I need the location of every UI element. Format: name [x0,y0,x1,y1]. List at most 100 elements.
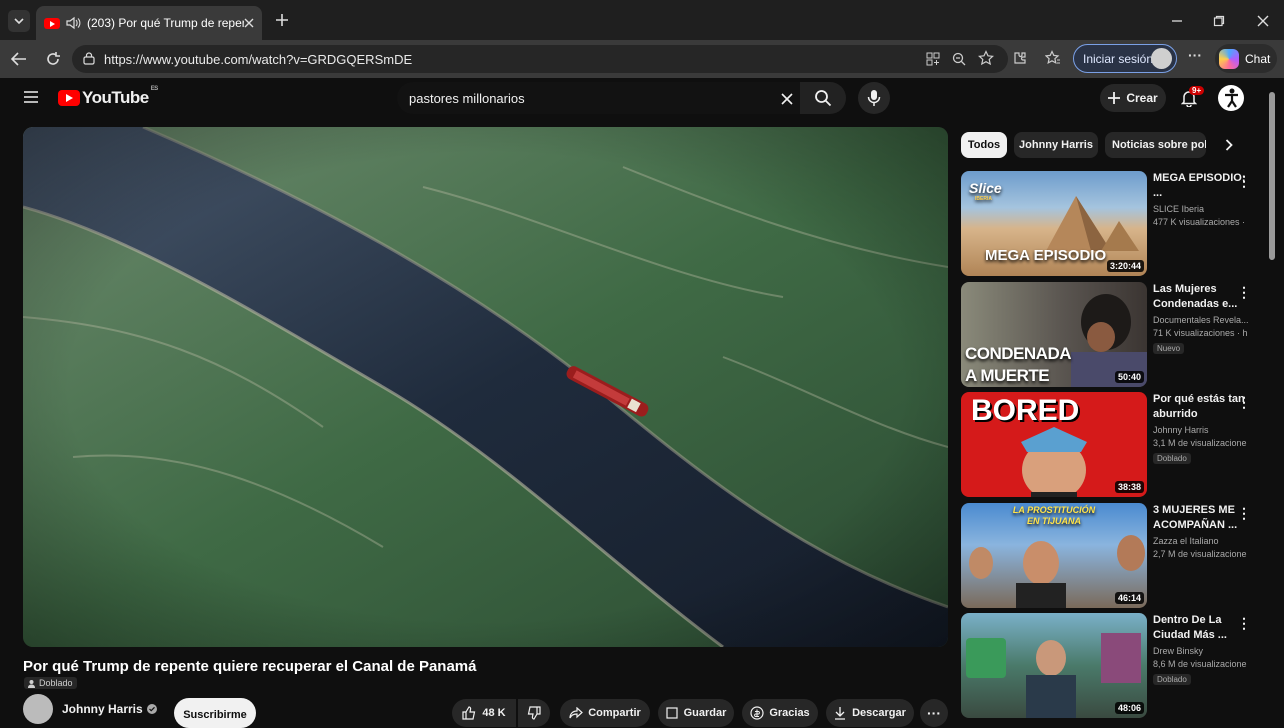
recommendation-views: 71 K visualizaciones · h [1153,328,1248,338]
recommendation-channel[interactable]: Drew Binsky [1153,646,1249,656]
playlist-add-icon [665,707,678,719]
video-player[interactable] [23,127,948,647]
profile-avatar-icon [1151,48,1172,69]
zoom-button[interactable] [950,50,968,68]
signin-button[interactable]: Iniciar sesión [1073,44,1177,73]
more-options-icon[interactable]: ⋮ [1237,394,1251,411]
notification-count-badge: 9+ [1189,86,1205,95]
thumbs-up-icon [462,706,476,720]
tab-title: (203) Por qué Trump de repente quiere re… [87,16,244,30]
recommendation-channel[interactable]: Documentales Revela... [1153,315,1249,325]
favorite-button[interactable] [977,49,995,67]
close-tab-icon[interactable] [244,18,254,28]
microphone-icon [867,90,881,106]
scrollbar-thumb[interactable] [1269,92,1275,260]
youtube-logo[interactable]: YouTube ES [58,86,158,108]
maximize-window-button[interactable] [1210,12,1228,30]
new-tab-button[interactable] [272,10,292,30]
restore-icon [1213,15,1225,27]
recommendation-item[interactable]: 48:06 Dentro De La Ciudad Más ... Drew B… [961,613,1256,720]
recommendation-views: 2,7 M de visualizacione [1153,549,1247,559]
app-available-button[interactable] [924,50,942,68]
hamburger-icon [24,91,38,103]
recommendation-item[interactable]: BORED 38:38 Por qué estás tan aburrido J… [961,392,1256,499]
recommendation-title[interactable]: 3 MUJERES ME ACOMPAÑAN ... [1153,503,1249,533]
voice-search-button[interactable] [858,82,890,114]
search-input[interactable]: pastores millonarios [397,82,800,114]
recommendation-views: 477 K visualizaciones · [1153,217,1246,227]
close-icon [1257,15,1269,27]
recommendation-item[interactable]: Slice IBERIA MEGA EPISODIO 3:20:44 MEGA … [961,171,1256,278]
tab-list-button[interactable] [8,10,30,32]
minimize-window-button[interactable] [1168,12,1186,30]
close-window-button[interactable] [1254,12,1272,30]
chip-noticias-politica[interactable]: Noticias sobre política [1105,132,1206,158]
copilot-icon [1219,48,1239,69]
recommendation-thumbnail[interactable]: BORED 38:38 [961,392,1147,497]
chevron-down-icon [14,18,24,25]
share-button[interactable]: Compartir [560,699,650,727]
speaker-icon[interactable] [66,16,81,30]
video-duration: 46:14 [1114,592,1144,604]
recommendation-channel[interactable]: SLICE Iberia [1153,204,1249,214]
download-button[interactable]: Descargar [826,699,914,727]
youtube-logo-text: YouTube [82,88,149,107]
more-options-icon[interactable]: ⋮ [1237,173,1251,190]
more-options-icon[interactable]: ⋮ [1237,615,1251,632]
chip-johnny-harris[interactable]: Johnny Harris [1014,132,1098,158]
more-options-icon[interactable]: ⋮ [1237,505,1251,522]
channel-name[interactable]: Johnny Harris [62,702,143,716]
more-options-icon[interactable]: ⋮ [1237,284,1251,301]
recommendation-views: 3,1 M de visualizacione [1153,438,1247,448]
plus-icon [1108,92,1121,104]
subscribe-button[interactable]: Suscribirme [174,698,256,728]
thumbnail-logo: Slice [969,180,1002,196]
browser-tab-active[interactable]: (203) Por qué Trump de repente quiere re… [36,6,262,40]
favorites-button[interactable] [1044,49,1062,67]
clear-search-button[interactable] [778,90,796,108]
chips-next-button[interactable] [1221,137,1237,153]
site-info-icon[interactable] [82,52,96,66]
search-query[interactable]: pastores millonarios [409,91,525,106]
arrow-left-icon [11,52,26,66]
close-icon [781,93,793,105]
recommendation-item[interactable]: LA PROSTITUCIÓN EN TIJUANA 46:14 3 MUJER… [961,503,1256,610]
recommendation-thumbnail[interactable]: CONDENADA A MUERTE 50:40 [961,282,1147,387]
account-avatar[interactable] [1218,85,1244,111]
extensions-button[interactable] [1011,49,1029,67]
recommendation-title[interactable]: MEGA EPISODIO: ... [1153,171,1249,201]
copilot-chat-button[interactable]: Chat [1215,44,1277,73]
like-button[interactable]: 48 K [452,699,516,727]
recommendation-thumbnail[interactable]: LA PROSTITUCIÓN EN TIJUANA 46:14 [961,503,1147,608]
search-button[interactable] [800,82,846,114]
back-button[interactable] [8,48,30,70]
url-text[interactable]: https://www.youtube.com/watch?v=GRDGQERS… [104,52,412,67]
recommendation-thumbnail[interactable]: 48:06 [961,613,1147,718]
recommendation-title[interactable]: Las Mujeres Condenadas e... [1153,282,1249,312]
more-menu-icon[interactable]: ··· [1187,48,1203,66]
recommendation-channel[interactable]: Zazza el Italiano [1153,536,1249,546]
dislike-button[interactable] [518,699,550,727]
create-button[interactable]: Crear [1100,84,1166,112]
recommendation-thumbnail[interactable]: Slice IBERIA MEGA EPISODIO 3:20:44 [961,171,1147,276]
guide-menu-button[interactable] [22,88,40,106]
dubbed-badge: Doblado [1153,453,1191,464]
verified-check-icon [146,704,157,714]
more-actions-button[interactable]: ··· [920,699,948,727]
plus-icon [276,14,288,26]
recommendation-channel[interactable]: Johnny Harris [1153,425,1249,435]
star-icon [978,50,994,66]
chip-todos[interactable]: Todos [961,132,1007,158]
thanks-button[interactable]: Gracias [742,699,818,727]
url-bar[interactable]: https://www.youtube.com/watch?v=GRDGQERS… [72,45,1008,73]
recommendation-title[interactable]: Por qué estás tan aburrido [1153,392,1249,422]
thumbnail-text: BORED [971,394,1080,427]
recommendation-title[interactable]: Dentro De La Ciudad Más ... [1153,613,1249,643]
reload-button[interactable] [42,48,64,70]
thumbnail-text: MEGA EPISODIO [985,247,1107,264]
save-button[interactable]: Guardar [658,699,734,727]
search-icon [815,90,832,107]
channel-info[interactable]: Johnny Harris [23,694,157,724]
recommendation-item[interactable]: CONDENADA A MUERTE 50:40 Las Mujeres Con… [961,282,1256,389]
recommendation-meta: Dentro De La Ciudad Más ... Drew Binsky … [1153,613,1249,687]
